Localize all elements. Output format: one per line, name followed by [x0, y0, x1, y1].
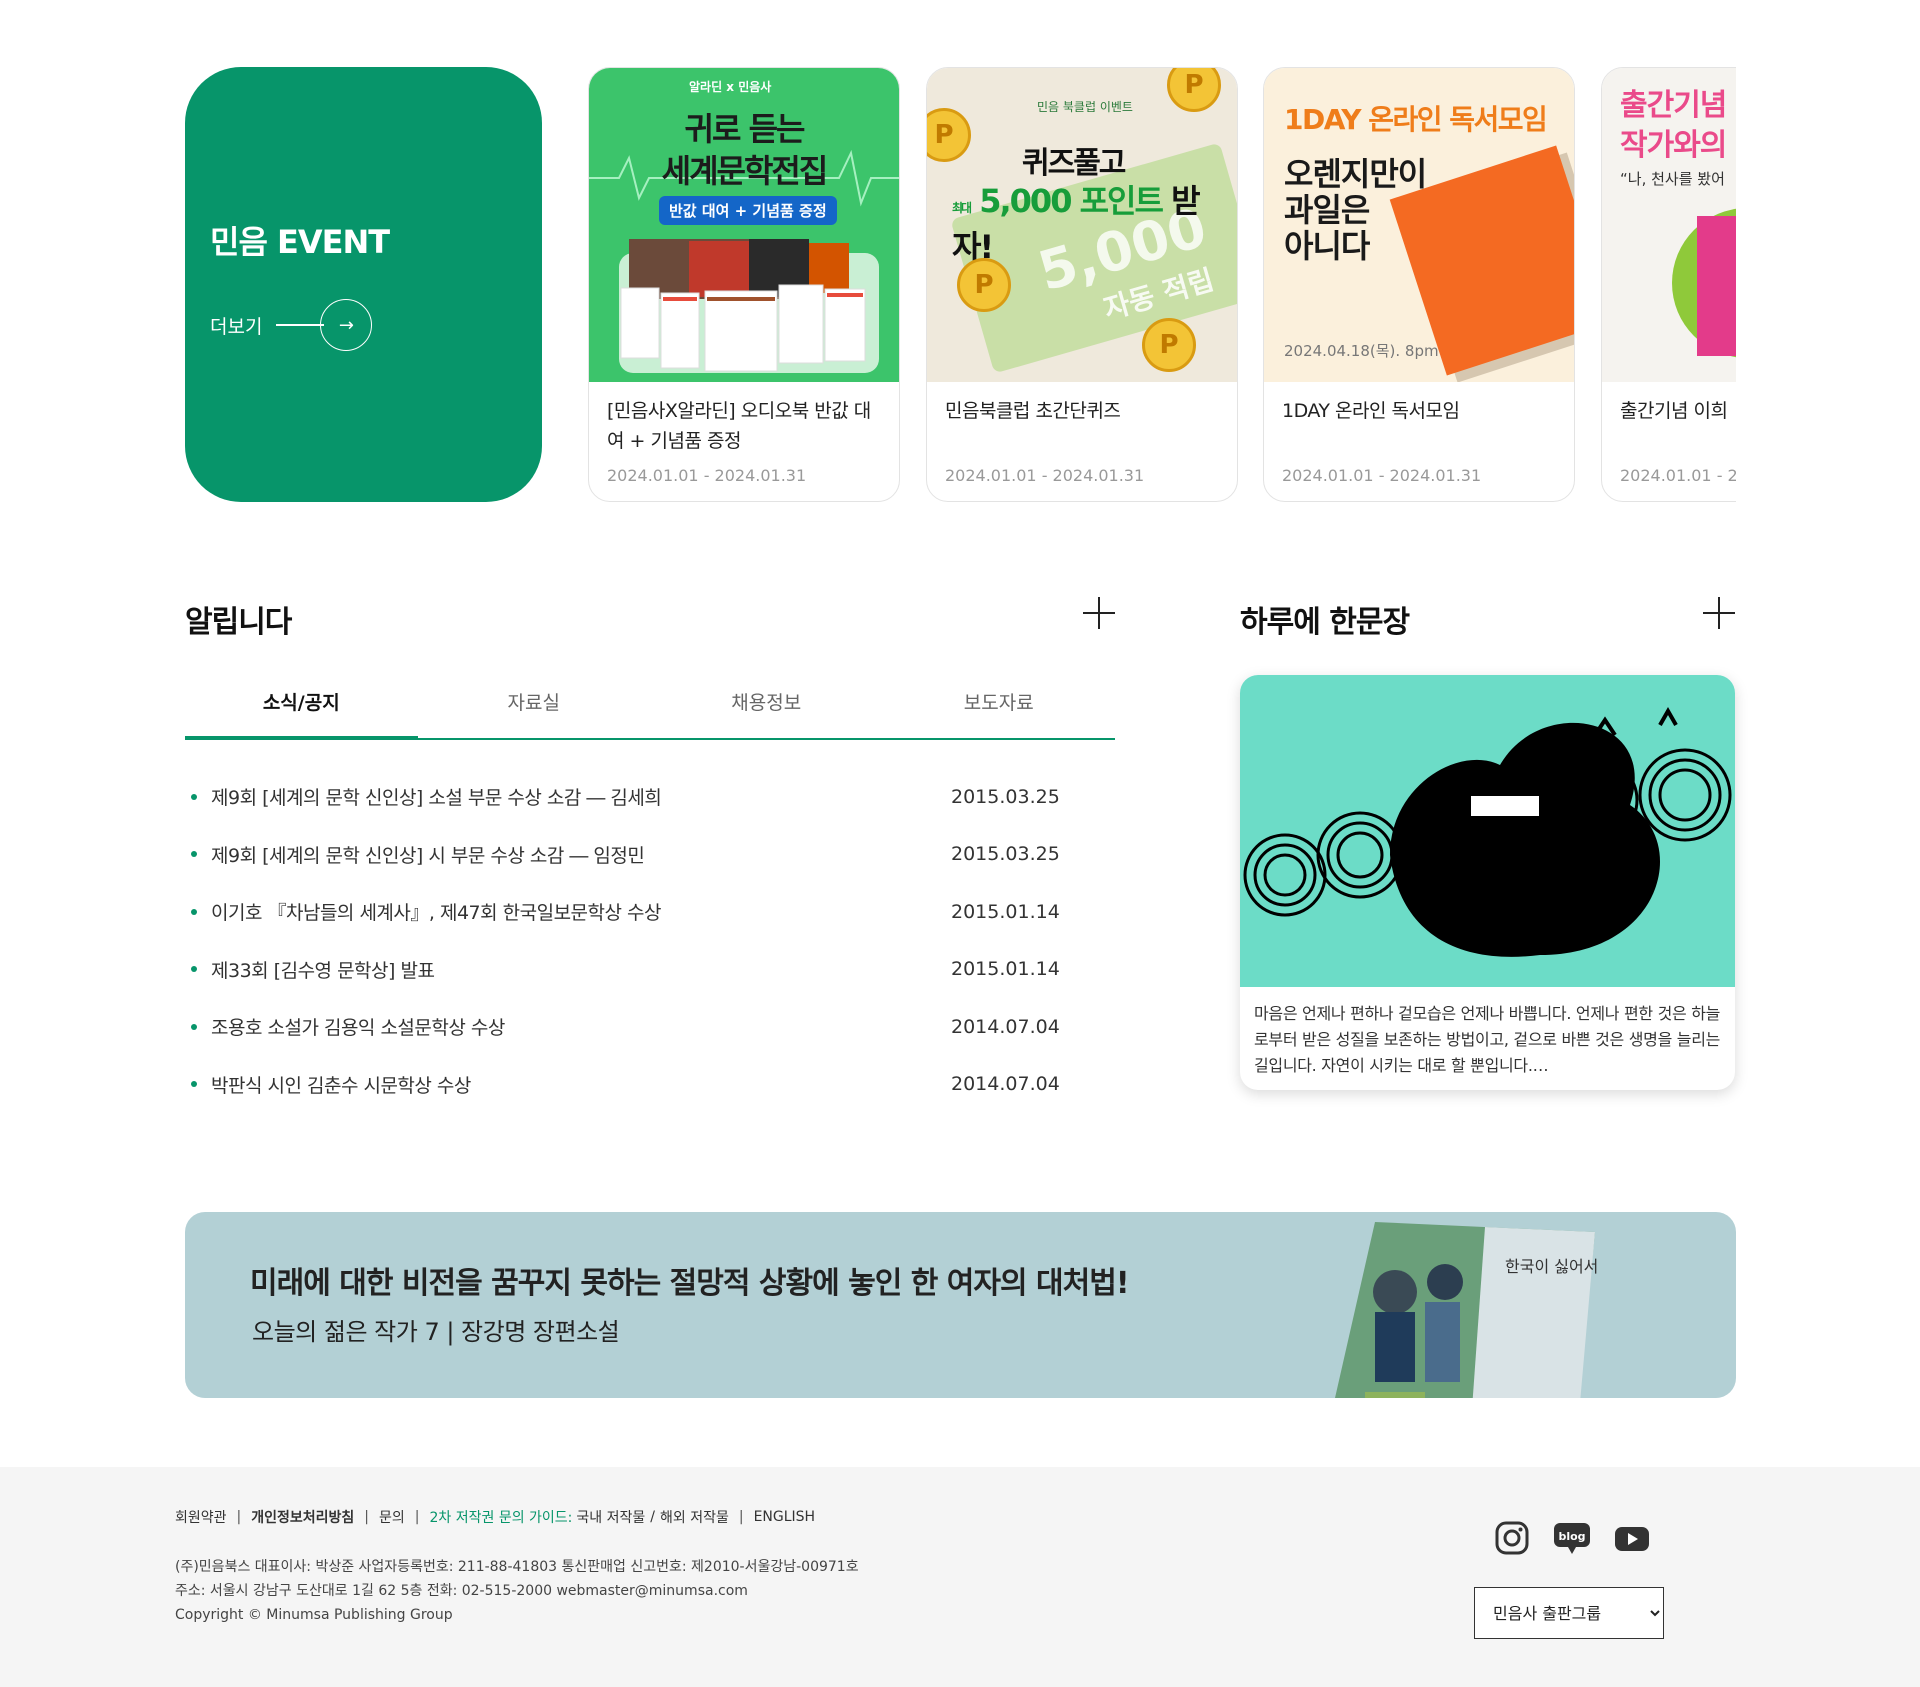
event-slider: 알라딘 x 민음사 귀로 듣는 세계문학전집 반값 대여 + 기념품 증정 [민…: [588, 67, 1736, 503]
banner-headline: 미래에 대한 비전을 꿈꾸지 못하는 절망적 상황에 놓인 한 여자의 대처법!: [250, 1266, 1130, 1301]
bullet-icon: [191, 908, 197, 915]
coin-icon: P: [927, 108, 971, 162]
event-thumbnail: 5,000 민음 북클럽 이벤트 퀴즈풀고 최대 5,000 포인트 받자! 자…: [927, 68, 1237, 382]
event-title: 민음 EVENT: [210, 223, 390, 261]
list-item[interactable]: 박판식 시인 김춘수 시문학상 수상 2014.07.04: [185, 1056, 1085, 1114]
dragon-illustration: [1240, 675, 1735, 987]
youtube-icon[interactable]: [1613, 1519, 1651, 1557]
sentence-title: 하루에 한문장: [1240, 605, 1410, 640]
svg-text:한국이 싫어서: 한국이 싫어서: [1505, 1257, 1598, 1276]
notice-tabs: 소식/공지 자료실 채용정보 보도자료: [185, 672, 1115, 740]
list-item[interactable]: 제9회 [세계의 문학 신인상] 시 부문 수상 소감 ― 임정민 2015.03…: [185, 826, 1085, 884]
tab-archive[interactable]: 자료실: [418, 672, 651, 738]
list-item[interactable]: 제33회 [김수영 문학상] 발표 2015.01.14: [185, 941, 1085, 999]
sentence-more-plus-icon[interactable]: [1703, 597, 1735, 629]
list-item[interactable]: 조용호 소설가 김용익 소설문학상 수상 2014.07.04: [185, 998, 1085, 1056]
publishing-group-select[interactable]: 민음사 출판그룹: [1474, 1587, 1664, 1639]
sentence-card[interactable]: 마음은 언제나 편하나 겉모습은 언제나 바쁩니다. 언제나 편한 것은 하늘로…: [1240, 675, 1735, 1090]
event-item-date: 2024.01.01 - 2024.01.31: [945, 466, 1145, 485]
coin-icon: P: [1167, 68, 1221, 112]
book-cover-image: 한국이 싫어서: [1335, 1222, 1598, 1398]
book-banner[interactable]: 미래에 대한 비전을 꿈꾸지 못하는 절망적 상황에 놓인 한 여자의 대처법!…: [185, 1212, 1736, 1398]
arrow-right-icon: →: [320, 299, 373, 351]
event-item-title: [민음사X알라딘] 오디오북 반값 대여 + 기념품 증정: [607, 400, 871, 452]
event-item[interactable]: 1DAY 온라인 독서모임 오렌지만이 과일은 아니다 2024.04.18(목…: [1263, 67, 1575, 502]
copyright-guide-label: 2차 저작권 문의 가이드:: [429, 1510, 573, 1526]
event-item[interactable]: 출간기념 작가와의 “나, 천사를 봤어 출간기념 이희 2024.01.01 …: [1601, 67, 1736, 502]
svg-text:blog: blog: [1558, 1530, 1585, 1543]
tab-news[interactable]: 소식/공지: [185, 672, 418, 740]
event-panel: 민음 EVENT 더보기 →: [185, 67, 542, 502]
notice-title: 알립니다: [185, 605, 292, 640]
event-more-label: 더보기: [210, 315, 263, 338]
blog-icon[interactable]: blog: [1553, 1519, 1591, 1557]
list-item[interactable]: 이기호 『차남들의 세계사』, 제47회 한국일보문학상 수상 2015.01.1…: [185, 883, 1085, 941]
event-thumbnail: 출간기념 작가와의 “나, 천사를 봤어: [1602, 68, 1736, 382]
terms-link[interactable]: 회원약관: [175, 1507, 227, 1527]
sentence-text: 마음은 언제나 편하나 겉모습은 언제나 바쁩니다. 언제나 편한 것은 하늘로…: [1254, 1004, 1721, 1075]
sns-links: blog: [1493, 1519, 1651, 1557]
bullet-icon: [191, 793, 197, 800]
bullet-icon: [191, 966, 197, 973]
list-item[interactable]: 제9회 [세계의 문학 신인상] 소설 부문 수상 소감 ― 김세희 2015.0…: [185, 768, 1085, 826]
bullet-icon: [191, 851, 197, 858]
event-item-date: 2024.01.01 - 2024.01.31: [1282, 466, 1482, 485]
bullet-icon: [191, 1023, 197, 1030]
event-item-title: 출간기념 이희: [1620, 400, 1728, 422]
bullet-icon: [191, 1081, 197, 1088]
coin-icon: P: [957, 258, 1011, 312]
book-cover-image: [1697, 216, 1736, 356]
event-item-date: 2024.01.01 - 2: [1620, 466, 1736, 485]
contact-link[interactable]: 문의: [379, 1507, 405, 1527]
privacy-link[interactable]: 개인정보처리방침: [251, 1507, 354, 1527]
instagram-icon[interactable]: [1493, 1519, 1531, 1557]
coin-icon: P: [1142, 318, 1196, 372]
event-thumbnail: 1DAY 온라인 독서모임 오렌지만이 과일은 아니다 2024.04.18(목…: [1264, 68, 1574, 382]
banner-subtitle: 오늘의 젊은 작가 7 | 장강명 장편소설: [252, 1318, 620, 1346]
event-item[interactable]: 알라딘 x 민음사 귀로 듣는 세계문학전집 반값 대여 + 기념품 증정 [민…: [588, 67, 900, 502]
footer: 회원약관 | 개인정보처리방침 | 문의 | 2차 저작권 문의 가이드: 국내…: [0, 1467, 1920, 1687]
tab-press[interactable]: 보도자료: [883, 672, 1116, 738]
notice-list: 제9회 [세계의 문학 신인상] 소설 부문 수상 소감 ― 김세희 2015.0…: [185, 768, 1085, 1113]
footer-links: 회원약관 | 개인정보처리방침 | 문의 | 2차 저작권 문의 가이드: 국내…: [175, 1507, 816, 1527]
event-more-button[interactable]: 더보기 →: [210, 299, 373, 351]
notice-more-plus-icon[interactable]: [1083, 597, 1115, 629]
event-thumbnail: 알라딘 x 민음사 귀로 듣는 세계문학전집 반값 대여 + 기념품 증정: [589, 68, 899, 382]
event-item-date: 2024.01.01 - 2024.01.31: [607, 466, 807, 485]
domestic-works-link[interactable]: 국내 저작물: [576, 1507, 645, 1527]
english-link[interactable]: ENGLISH: [754, 1509, 816, 1525]
tab-recruit[interactable]: 채용정보: [650, 672, 883, 738]
books-illustration: [619, 239, 879, 373]
company-info: (주)민음북스 대표이사: 박상준 사업자등록번호: 211-88-41803 …: [175, 1559, 859, 1623]
event-item-title: 1DAY 온라인 독서모임: [1282, 400, 1460, 422]
overseas-works-link[interactable]: 해외 저작물: [660, 1507, 729, 1527]
event-item-title: 민음북클럽 초간단퀴즈: [945, 400, 1121, 422]
event-item[interactable]: 5,000 민음 북클럽 이벤트 퀴즈풀고 최대 5,000 포인트 받자! 자…: [926, 67, 1238, 502]
